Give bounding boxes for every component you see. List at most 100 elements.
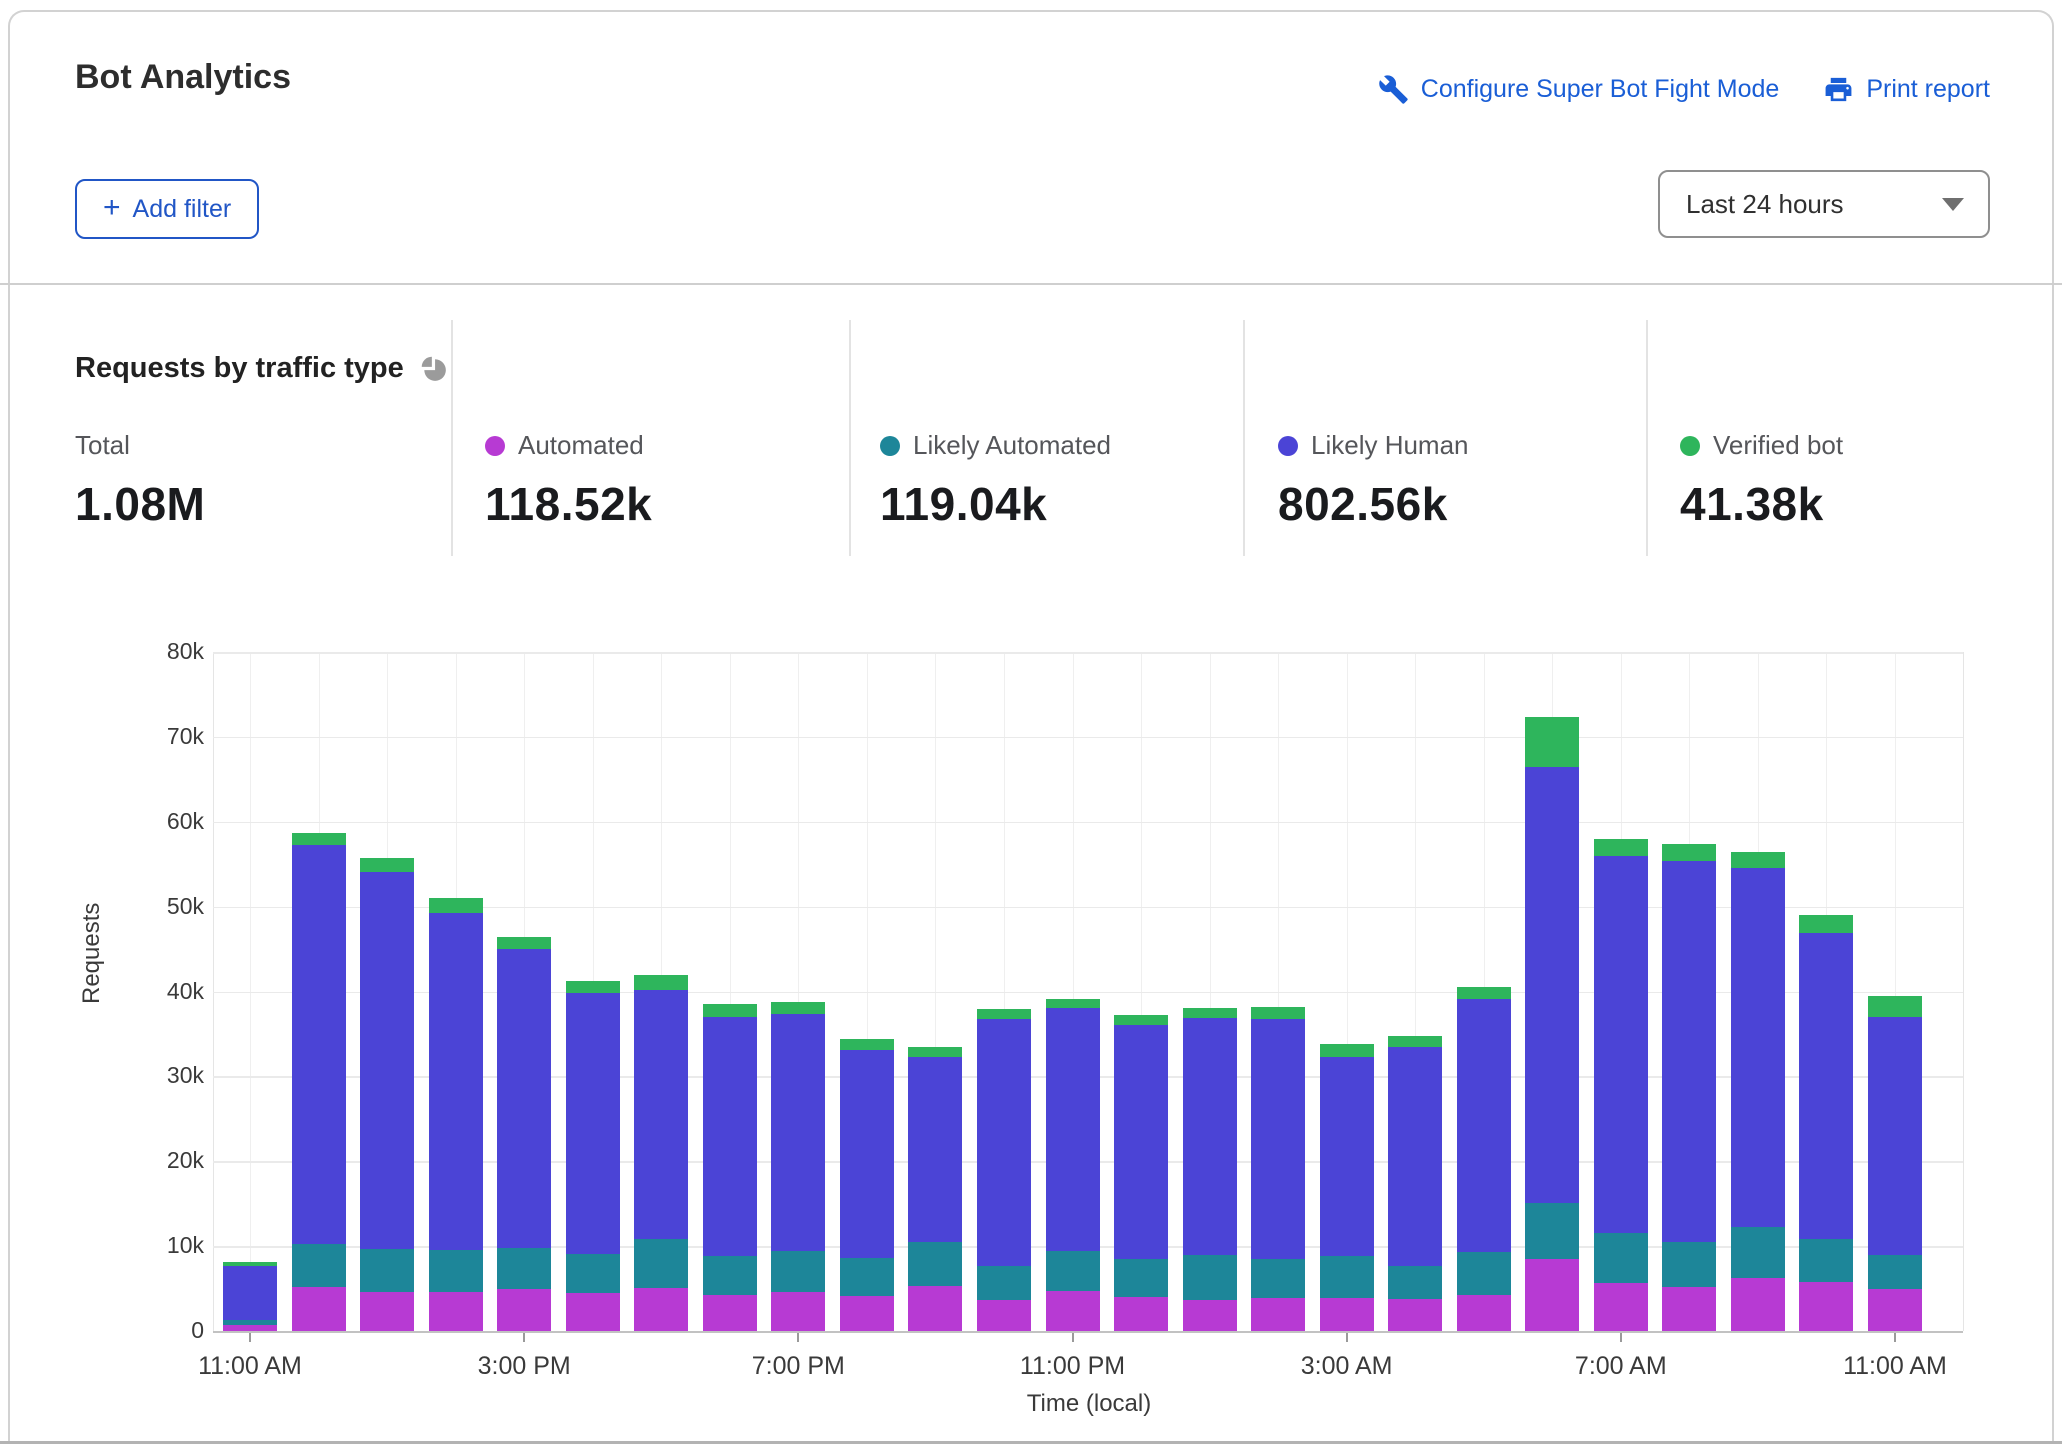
bar-segment-likely-human[interactable] — [1320, 1057, 1374, 1257]
chart-bar[interactable] — [1457, 987, 1511, 1331]
chart-bar[interactable] — [292, 833, 346, 1331]
bar-segment-automated[interactable] — [977, 1300, 1031, 1331]
bar-segment-verified-bot[interactable] — [360, 858, 414, 872]
bar-segment-verified-bot[interactable] — [429, 898, 483, 913]
bar-segment-automated[interactable] — [1251, 1298, 1305, 1331]
chart-bar[interactable] — [1114, 1015, 1168, 1331]
chart-bar[interactable] — [703, 1004, 757, 1331]
chart-bar[interactable] — [1868, 996, 1922, 1331]
bar-segment-automated[interactable] — [1594, 1283, 1648, 1331]
bar-segment-likely-automated[interactable] — [1457, 1252, 1511, 1295]
bar-segment-verified-bot[interactable] — [1251, 1007, 1305, 1019]
bar-segment-likely-automated[interactable] — [497, 1248, 551, 1290]
bar-segment-likely-human[interactable] — [429, 913, 483, 1250]
bar-segment-likely-human[interactable] — [1114, 1025, 1168, 1258]
bar-segment-likely-automated[interactable] — [566, 1254, 620, 1293]
chart-bar[interactable] — [497, 937, 551, 1331]
bar-segment-automated[interactable] — [429, 1292, 483, 1331]
bar-segment-verified-bot[interactable] — [1046, 999, 1100, 1008]
bar-segment-automated[interactable] — [1114, 1297, 1168, 1331]
bar-segment-verified-bot[interactable] — [1114, 1015, 1168, 1025]
bar-segment-likely-human[interactable] — [1457, 999, 1511, 1252]
chart-bar[interactable] — [1251, 1007, 1305, 1331]
bar-segment-likely-human[interactable] — [1662, 861, 1716, 1242]
chart-bar[interactable] — [1662, 844, 1716, 1331]
bar-segment-automated[interactable] — [223, 1325, 277, 1331]
bar-segment-likely-automated[interactable] — [1251, 1259, 1305, 1298]
bar-segment-likely-automated[interactable] — [1799, 1239, 1853, 1281]
chart-bar[interactable] — [1731, 852, 1785, 1332]
bar-segment-verified-bot[interactable] — [1457, 987, 1511, 999]
bar-segment-automated[interactable] — [1388, 1299, 1442, 1331]
bar-segment-likely-human[interactable] — [703, 1017, 757, 1256]
chart-bar[interactable] — [223, 1262, 277, 1331]
bar-segment-verified-bot[interactable] — [1868, 996, 1922, 1017]
chart-bar[interactable] — [1046, 999, 1100, 1331]
bar-segment-likely-automated[interactable] — [292, 1244, 346, 1287]
bar-segment-likely-automated[interactable] — [771, 1251, 825, 1292]
bar-segment-verified-bot[interactable] — [1731, 852, 1785, 868]
bar-segment-automated[interactable] — [1662, 1287, 1716, 1331]
bar-segment-likely-automated[interactable] — [1731, 1227, 1785, 1277]
bar-segment-verified-bot[interactable] — [1594, 839, 1648, 856]
bar-segment-likely-human[interactable] — [1731, 868, 1785, 1228]
bar-segment-likely-automated[interactable] — [840, 1258, 894, 1296]
bar-segment-likely-human[interactable] — [1525, 767, 1579, 1203]
bar-segment-verified-bot[interactable] — [497, 937, 551, 949]
bar-segment-automated[interactable] — [1525, 1259, 1579, 1331]
bar-segment-verified-bot[interactable] — [566, 981, 620, 994]
chart-bar[interactable] — [360, 858, 414, 1331]
bar-segment-verified-bot[interactable] — [908, 1047, 962, 1057]
bar-segment-verified-bot[interactable] — [1525, 717, 1579, 767]
bar-segment-likely-human[interactable] — [1868, 1017, 1922, 1255]
chart-bar[interactable] — [977, 1009, 1031, 1331]
chart-bar[interactable] — [634, 975, 688, 1331]
bar-segment-likely-human[interactable] — [634, 990, 688, 1240]
bar-segment-verified-bot[interactable] — [1183, 1008, 1237, 1018]
bar-segment-verified-bot[interactable] — [771, 1002, 825, 1014]
bar-segment-likely-automated[interactable] — [1114, 1259, 1168, 1297]
bar-segment-likely-automated[interactable] — [1183, 1255, 1237, 1300]
bar-segment-likely-human[interactable] — [1799, 933, 1853, 1239]
chart-bar[interactable] — [1320, 1044, 1374, 1331]
bar-segment-automated[interactable] — [771, 1292, 825, 1331]
bar-segment-likely-human[interactable] — [223, 1266, 277, 1320]
bar-segment-automated[interactable] — [1799, 1282, 1853, 1331]
bar-segment-automated[interactable] — [497, 1289, 551, 1331]
bar-segment-likely-human[interactable] — [1183, 1018, 1237, 1256]
bar-segment-verified-bot[interactable] — [292, 833, 346, 845]
bar-segment-likely-human[interactable] — [292, 845, 346, 1244]
bar-segment-verified-bot[interactable] — [977, 1009, 1031, 1019]
bar-segment-automated[interactable] — [1868, 1289, 1922, 1331]
bar-segment-automated[interactable] — [1731, 1278, 1785, 1331]
bar-segment-likely-automated[interactable] — [1662, 1242, 1716, 1287]
bar-segment-likely-automated[interactable] — [703, 1256, 757, 1295]
bar-segment-likely-automated[interactable] — [1868, 1255, 1922, 1289]
bar-segment-likely-automated[interactable] — [1320, 1256, 1374, 1298]
bar-segment-automated[interactable] — [1183, 1300, 1237, 1331]
bar-segment-verified-bot[interactable] — [703, 1004, 757, 1017]
chart-bar[interactable] — [1183, 1008, 1237, 1331]
bar-segment-likely-automated[interactable] — [908, 1242, 962, 1286]
chart-bar[interactable] — [1594, 839, 1648, 1331]
chart-bar[interactable] — [908, 1047, 962, 1331]
chart-bar[interactable] — [429, 898, 483, 1331]
chart-bar[interactable] — [1799, 915, 1853, 1331]
bar-segment-likely-human[interactable] — [771, 1014, 825, 1252]
chart-bar[interactable] — [1525, 717, 1579, 1332]
chart-bar[interactable] — [840, 1039, 894, 1331]
chart-bar[interactable] — [1388, 1036, 1442, 1331]
bar-segment-likely-human[interactable] — [360, 872, 414, 1249]
bar-segment-automated[interactable] — [360, 1292, 414, 1331]
bar-segment-automated[interactable] — [1320, 1298, 1374, 1331]
bar-segment-verified-bot[interactable] — [840, 1039, 894, 1050]
bar-segment-likely-human[interactable] — [1388, 1047, 1442, 1266]
bar-segment-automated[interactable] — [292, 1287, 346, 1331]
bar-segment-likely-human[interactable] — [1594, 856, 1648, 1234]
bar-segment-likely-automated[interactable] — [1388, 1266, 1442, 1298]
bar-segment-automated[interactable] — [634, 1288, 688, 1330]
bar-segment-likely-human[interactable] — [1046, 1008, 1100, 1251]
bar-segment-automated[interactable] — [908, 1286, 962, 1331]
bar-segment-verified-bot[interactable] — [1799, 915, 1853, 933]
bar-segment-likely-human[interactable] — [566, 993, 620, 1254]
